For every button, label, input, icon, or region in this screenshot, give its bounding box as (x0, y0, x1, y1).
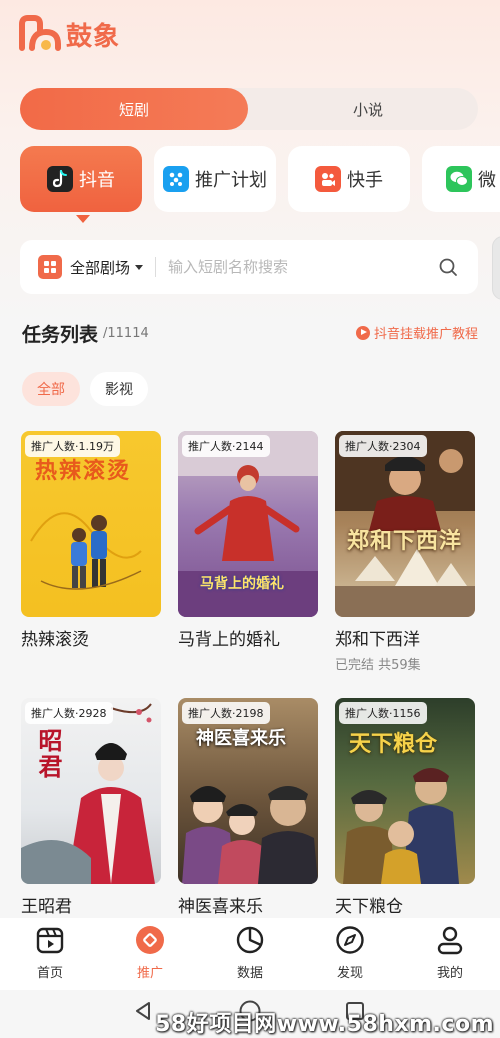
platform-tabs: 抖音 推广计划 快手 微 (20, 146, 500, 226)
drama-card[interactable]: 马背上的婚礼 推广人数·2144 马背上的婚礼 (178, 431, 318, 650)
task-count: /11114 (103, 326, 149, 341)
app-name: 鼓象 (66, 21, 121, 52)
content-type-switch: 短剧 小说 (20, 88, 478, 130)
platform-label: 抖音 (79, 170, 115, 191)
plan-icon (163, 166, 189, 192)
poster-title: 马背上的婚礼 (200, 576, 284, 592)
poster-title: 天下粮仓 (349, 732, 438, 757)
drama-status: 已完结 共59集 (335, 658, 421, 673)
drama-title: 热辣滚烫 (21, 630, 89, 650)
tab-promote[interactable]: 推广 (110, 924, 190, 981)
divider (155, 257, 157, 277)
platform-plan[interactable]: 推广计划 (154, 146, 276, 212)
promoter-count-badge: 推广人数·1.19万 (25, 435, 120, 457)
poster-title: 热辣滚烫 (35, 459, 132, 484)
promote-icon (136, 926, 164, 954)
tutorial-label: 抖音挂载推广教程 (373, 327, 478, 342)
drama-poster: 郑和下西洋 推广人数·2304 (335, 431, 475, 617)
category-grid-icon (38, 255, 62, 279)
drama-title: 天下粮仓 (335, 897, 403, 917)
tab-profile[interactable]: 我的 (410, 924, 490, 981)
tab-short-drama[interactable]: 短剧 (20, 88, 248, 130)
tab-label: 首页 (36, 966, 63, 981)
search-icon[interactable] (438, 257, 458, 277)
app-logo-icon (18, 14, 62, 54)
drama-card[interactable]: 热辣滚烫 推广人数·1.19万 热辣滚烫 (21, 431, 161, 650)
tab-label: 发现 (336, 966, 363, 981)
promoter-count-badge: 推广人数·2144 (182, 435, 270, 457)
poster-title: 昭君 (34, 728, 62, 780)
tutorial-link[interactable]: 抖音挂载推广教程 (355, 323, 478, 342)
drama-card[interactable]: 郑和下西洋 推广人数·2304 郑和下西洋 已完结 共59集 (335, 431, 475, 673)
poster-title: 神医喜来乐 (196, 728, 286, 749)
wechat-icon (446, 166, 472, 192)
filter-all[interactable]: 全部 (22, 372, 80, 406)
app-header: 鼓象 (18, 14, 120, 54)
tab-label: 我的 (436, 966, 463, 981)
back-icon[interactable] (132, 1000, 154, 1022)
drama-card[interactable]: 神医喜来乐 推广人数·2198 神医喜来乐 (178, 698, 318, 917)
search-input[interactable] (168, 258, 419, 276)
drama-poster: 昭君 推广人数·2928 (21, 698, 161, 884)
play-icon (355, 325, 370, 340)
category-dropdown[interactable]: 全部剧场 (70, 257, 130, 278)
tab-home[interactable]: 首页 (10, 924, 90, 981)
kuaishou-icon (315, 166, 341, 192)
profile-icon (437, 926, 463, 955)
tab-novel[interactable]: 小说 (258, 88, 478, 130)
drama-poster: 神医喜来乐 推广人数·2198 (178, 698, 318, 884)
drama-card[interactable]: 昭君 推广人数·2928 王昭君 (21, 698, 161, 917)
tab-discover[interactable]: 发现 (310, 924, 390, 981)
home-icon (36, 927, 64, 954)
tab-label: 数据 (236, 966, 263, 981)
bottom-tab-bar: 首页 推广 数据 发现 我的 (0, 918, 500, 990)
platform-label: 微 (478, 170, 496, 191)
drama-title: 神医喜来乐 (178, 897, 263, 917)
search-bar: 全部剧场 (20, 240, 478, 294)
platform-kuaishou[interactable]: 快手 (288, 146, 410, 212)
drama-poster: 马背上的婚礼 推广人数·2144 (178, 431, 318, 617)
platform-wechat[interactable]: 微 (422, 146, 500, 212)
drama-poster: 热辣滚烫 推广人数·1.19万 (21, 431, 161, 617)
task-list-title: 任务列表 (22, 324, 99, 346)
tab-data[interactable]: 数据 (210, 924, 290, 981)
drama-title: 马背上的婚礼 (178, 630, 280, 650)
active-platform-indicator (76, 215, 90, 223)
data-icon (236, 926, 264, 954)
drama-title: 王昭君 (21, 897, 72, 917)
platform-douyin[interactable]: 抖音 (20, 146, 142, 212)
platform-label: 快手 (347, 170, 383, 191)
promoter-count-badge: 推广人数·1156 (339, 702, 427, 724)
platform-label: 推广计划 (195, 170, 267, 191)
poster-title: 郑和下西洋 (347, 529, 463, 554)
side-drawer-handle[interactable] (492, 236, 500, 300)
promoter-count-badge: 推广人数·2304 (339, 435, 427, 457)
drama-poster: 天下粮仓 推广人数·1156 (335, 698, 475, 884)
drama-card[interactable]: 天下粮仓 推广人数·1156 天下粮仓 (335, 698, 475, 917)
promoter-count-badge: 推广人数·2198 (182, 702, 270, 724)
discover-icon (336, 926, 364, 954)
douyin-icon (47, 166, 73, 192)
drama-title: 郑和下西洋 (335, 630, 420, 650)
chevron-down-icon[interactable] (135, 264, 144, 270)
promoter-count-badge: 推广人数·2928 (25, 702, 113, 724)
watermark: 58好项目网www.58hxm.com (155, 1012, 494, 1037)
filter-film[interactable]: 影视 (90, 372, 148, 406)
tab-label: 推广 (136, 966, 163, 981)
